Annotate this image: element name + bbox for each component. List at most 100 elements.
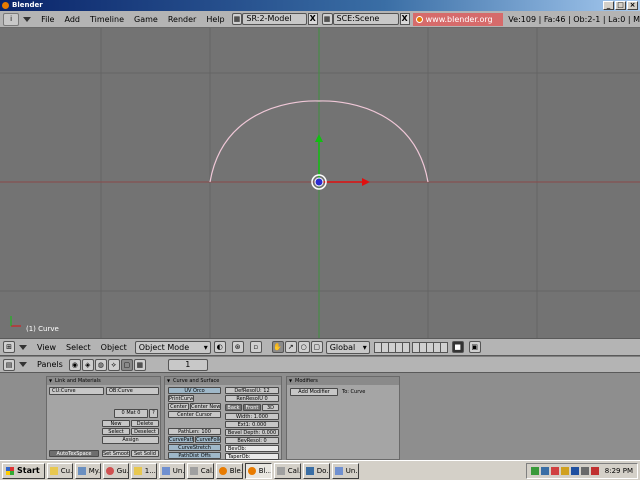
screen-delete-button[interactable]: X — [307, 13, 318, 25]
frame-field[interactable]: 1 — [167, 358, 208, 371]
task-button[interactable]: Cal... — [186, 462, 214, 479]
render-icon[interactable]: ▣ — [468, 341, 481, 353]
pivot-icon[interactable]: ⊛ — [231, 341, 244, 353]
task-button[interactable]: Un... — [331, 462, 359, 479]
pathlen-field[interactable]: PathLen: 100 — [168, 428, 221, 435]
link-materials-title[interactable]: Link and Materials — [47, 377, 160, 385]
add-modifier-button[interactable]: Add Modifier — [290, 388, 338, 396]
logic-context-icon[interactable]: ◉ — [68, 358, 81, 371]
zone-icon[interactable] — [550, 467, 559, 475]
collapse-menu-icon[interactable] — [23, 16, 32, 22]
task-button-active[interactable]: Bl... — [244, 462, 272, 479]
renresolu-field[interactable]: RenResolU 0 — [225, 395, 279, 402]
curvestretch-toggle[interactable]: CurveStretch — [168, 444, 221, 451]
set-smooth-button[interactable]: Set Smooth — [102, 450, 130, 457]
bevresol-field[interactable]: BevResol: 0 — [225, 437, 279, 444]
task-button[interactable]: Gu... — [102, 462, 129, 479]
object-name-field[interactable]: OB:Curve — [106, 387, 159, 395]
3d-viewport[interactable]: (1) Curve — [0, 28, 640, 338]
menu-render[interactable]: Render — [163, 12, 201, 27]
maximize-button[interactable]: □ — [615, 1, 626, 10]
shield-icon[interactable] — [560, 467, 569, 475]
menu-object[interactable]: Object — [96, 340, 132, 355]
3d-toggle[interactable]: 3D — [262, 404, 279, 411]
material-index-field[interactable]: 0 Mat 0 — [114, 409, 148, 418]
defresolu-field[interactable]: DefResolU: 12 — [225, 387, 279, 394]
select-material-button[interactable]: Select — [102, 428, 130, 435]
pathdist-offs-toggle[interactable]: PathDist Offs — [168, 452, 221, 459]
task-button[interactable]: Ble... — [215, 462, 243, 479]
task-button[interactable]: Cal... — [273, 462, 301, 479]
new-material-button[interactable]: New — [102, 420, 130, 427]
hand-manipulator-icon[interactable]: ✋ — [271, 341, 284, 353]
menu-select[interactable]: Select — [61, 340, 96, 355]
close-button[interactable]: × — [627, 1, 638, 10]
menu-view[interactable]: View — [32, 340, 61, 355]
curve-surface-title[interactable]: Curve and Surface — [165, 377, 281, 385]
modifiers-title[interactable]: Modifiers — [287, 377, 399, 385]
editor-type-icon[interactable]: i — [3, 12, 20, 26]
printcurve-button[interactable]: PrintCurve — [168, 395, 194, 402]
viewport-canvas[interactable] — [0, 28, 640, 338]
scene-delete-button[interactable]: X — [399, 13, 410, 25]
menu-game[interactable]: Game — [129, 12, 163, 27]
curvepath-toggle[interactable]: CurvePath — [168, 436, 194, 443]
minimize-button[interactable]: _ — [603, 1, 614, 10]
menu-help[interactable]: Help — [201, 12, 229, 27]
layer-buttons-a[interactable] — [373, 341, 410, 353]
center-cursor-button[interactable]: Center Cursor — [168, 411, 221, 418]
clock[interactable]: 8:29 PM — [605, 467, 633, 475]
uv-orco-toggle[interactable]: UV Orco — [168, 387, 221, 394]
x-manipulator-head-icon[interactable] — [362, 178, 370, 186]
mail-icon[interactable] — [590, 467, 599, 475]
orientation-selector[interactable]: Global — [325, 340, 370, 354]
script-context-icon[interactable]: ◈ — [81, 358, 94, 371]
scene-browse-icon[interactable]: ▦ — [321, 13, 333, 25]
screen-field[interactable]: SR:2-Model — [242, 13, 307, 25]
assign-material-button[interactable]: Assign — [102, 436, 159, 444]
manipulator-center-icon[interactable] — [314, 177, 324, 187]
task-button[interactable]: Do... — [302, 462, 330, 479]
draw-type-icon[interactable]: ◐ — [213, 341, 226, 353]
bevel-depth-field[interactable]: Bevel Depth: 0.000 — [225, 429, 279, 436]
taperob-field[interactable]: TaperOb: — [225, 453, 279, 460]
editor-type-buttons-icon[interactable]: ▤ — [3, 358, 15, 371]
layer-buttons-b[interactable] — [411, 341, 448, 353]
editing-context-icon[interactable]: ▢ — [120, 358, 133, 371]
center-new-button[interactable]: Center New — [190, 403, 221, 410]
start-button[interactable]: Start — [2, 462, 45, 479]
y-manipulator-head-icon[interactable] — [315, 134, 323, 142]
back-toggle[interactable]: Back — [225, 404, 242, 411]
menu-panels[interactable]: Panels — [32, 357, 68, 372]
bevob-field[interactable]: BevOb: — [225, 445, 279, 452]
autotexspace-toggle[interactable]: AutoTexSpace — [49, 450, 99, 457]
rotate-manipulator-icon[interactable]: ○ — [297, 341, 310, 353]
blender-url-banner[interactable]: www.blender.org 245 — [412, 12, 504, 37]
editor-type-3d-icon[interactable]: ⊞ — [3, 341, 15, 353]
media-icon[interactable] — [580, 467, 589, 475]
screen-browse-icon[interactable]: ▦ — [231, 13, 243, 25]
deselect-material-button[interactable]: Deselect — [131, 428, 159, 435]
extrude-field[interactable]: Ext1: 0.000 — [225, 421, 279, 428]
buttons-collapse-icon[interactable] — [19, 362, 27, 367]
scale-manipulator-icon[interactable]: ▢ — [310, 341, 323, 353]
shading-context-icon[interactable]: ◍ — [94, 358, 107, 371]
set-solid-button[interactable]: Set Solid — [131, 450, 159, 457]
scene-field[interactable]: SCE:Scene — [332, 13, 399, 25]
curve-data-field[interactable]: CU:Curve — [49, 387, 104, 395]
translate-manipulator-icon[interactable]: ↗ — [284, 341, 297, 353]
width-field[interactable]: Width: 1.000 — [225, 413, 279, 420]
header-collapse-icon[interactable] — [19, 344, 27, 350]
task-button[interactable]: Cu... — [46, 462, 73, 479]
front-toggle[interactable]: Front — [243, 404, 261, 411]
task-button[interactable]: Un... — [158, 462, 185, 479]
speaker-icon[interactable] — [570, 467, 579, 475]
curvefollow-toggle[interactable]: CurveFollo — [195, 436, 221, 443]
task-button[interactable]: 1... — [130, 462, 157, 479]
mode-selector[interactable]: Object Mode — [134, 340, 211, 354]
delete-material-button[interactable]: Delete — [131, 420, 159, 427]
material-query-button[interactable]: ? — [149, 409, 158, 418]
lock-icon[interactable]: ■ — [451, 341, 464, 353]
menu-timeline[interactable]: Timeline — [85, 12, 129, 27]
menu-add[interactable]: Add — [59, 12, 85, 27]
